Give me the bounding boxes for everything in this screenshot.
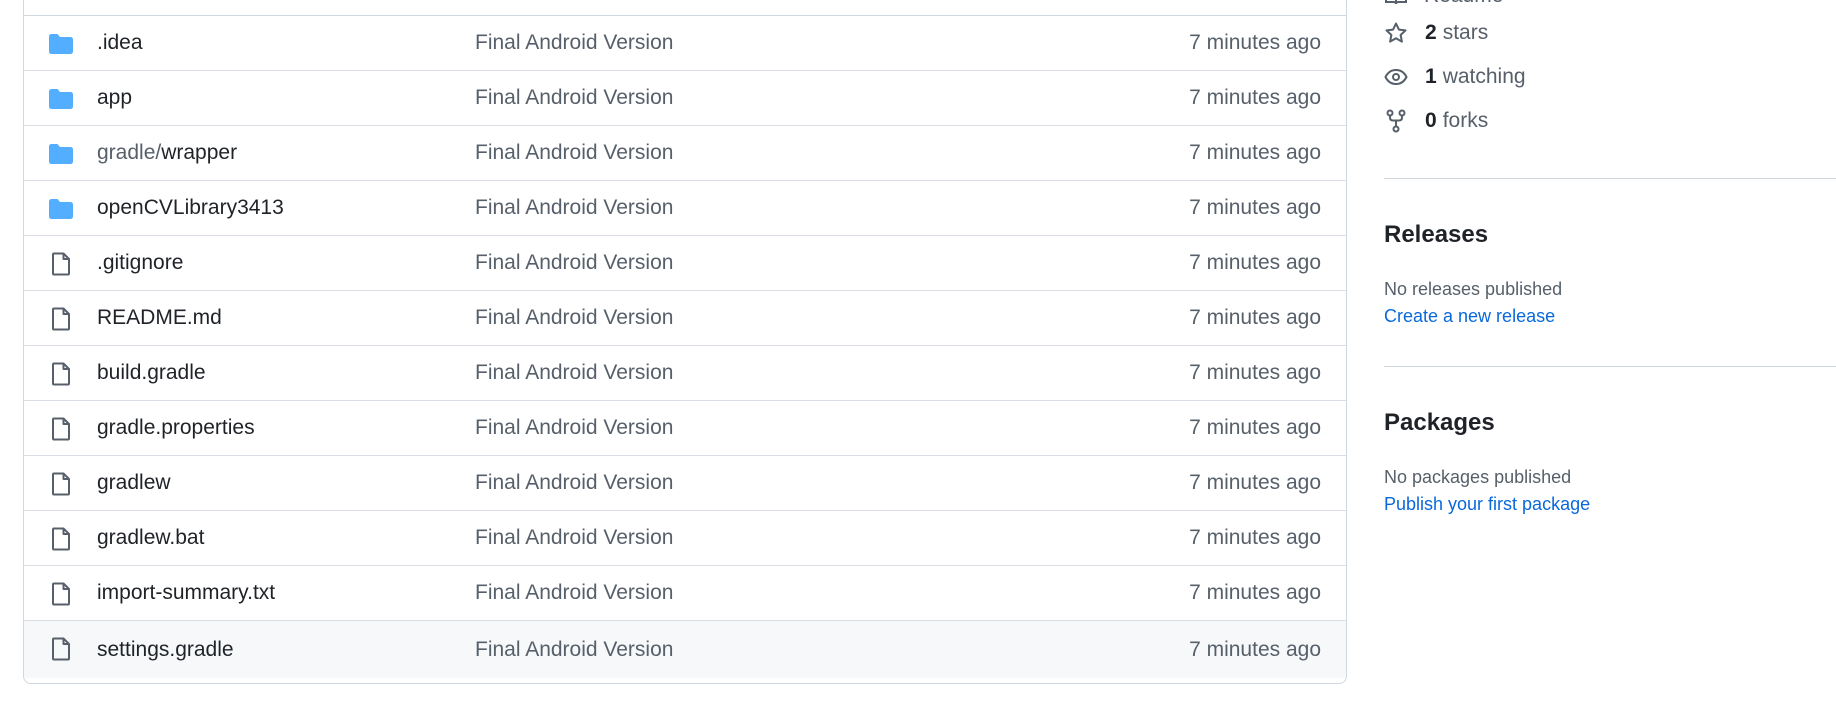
file-icon: [52, 637, 70, 661]
create-release-link[interactable]: Create a new release: [1384, 306, 1555, 327]
forks-label: forks: [1442, 109, 1489, 132]
file-name-text: settings.gradle: [97, 637, 234, 661]
commit-message[interactable]: Final Android Version: [475, 361, 673, 385]
file-name[interactable]: .idea: [97, 31, 143, 55]
file-row[interactable]: import-summary.txt Final Android Version 7…: [24, 566, 1346, 621]
file-row[interactable]: .idea Final Android Version 7 minutes ago: [24, 16, 1346, 71]
file-name[interactable]: import-summary.txt: [97, 581, 275, 605]
file-name-text: openCVLibrary3413: [97, 196, 284, 219]
file-name[interactable]: README.md: [97, 306, 222, 330]
file-icon: [52, 582, 70, 606]
file-name[interactable]: settings.gradle: [97, 638, 234, 662]
packages-note: No packages published: [1384, 467, 1572, 487]
stars-stat[interactable]: 2 stars: [1384, 21, 1488, 45]
commit-message[interactable]: Final Android Version: [475, 306, 673, 330]
commit-age: 7 minutes ago: [1189, 416, 1321, 439]
file-name[interactable]: gradle.properties: [97, 416, 255, 440]
releases-note: No releases published: [1384, 279, 1563, 299]
stars-label: stars: [1442, 21, 1489, 44]
commit-message[interactable]: Final Android Version: [475, 141, 673, 165]
commit-age: 7 minutes ago: [1189, 196, 1321, 219]
commit-message[interactable]: Final Android Version: [475, 196, 673, 220]
file-icon: [52, 472, 70, 496]
publish-package-link[interactable]: Publish your first package: [1384, 494, 1590, 515]
folder-icon: [49, 89, 73, 109]
file-name[interactable]: .gitignore: [97, 251, 183, 275]
book-icon: [1385, 0, 1407, 5]
file-row[interactable]: gradlew Final Android Version 7 minutes ag…: [24, 456, 1346, 511]
file-icon: [52, 417, 70, 441]
commit-age: 7 minutes ago: [1189, 306, 1321, 329]
file-name-text: wrapper: [161, 141, 238, 164]
commit-age: 7 minutes ago: [1189, 471, 1321, 494]
commit-age: 7 minutes ago: [1189, 86, 1321, 109]
file-name[interactable]: gradle/wrapper: [97, 141, 237, 165]
forks-count: 0: [1425, 109, 1437, 132]
file-list-header: [24, 0, 1346, 16]
file-name-text: build.gradle: [97, 361, 206, 384]
file-name[interactable]: build.gradle: [97, 361, 206, 385]
readme-link[interactable]: Readme: [1384, 0, 1503, 8]
file-row[interactable]: settings.gradle Final Android Version 7 mi…: [24, 621, 1346, 678]
file-icon: [52, 307, 70, 331]
commit-message[interactable]: Final Android Version: [475, 86, 673, 110]
folder-icon: [49, 199, 73, 219]
file-name-text: .gitignore: [97, 251, 184, 274]
readme-label: Readme: [1424, 0, 1503, 8]
folder-icon: [49, 34, 73, 54]
file-name-text: app: [97, 86, 133, 109]
file-row[interactable]: gradle.properties Final Android Version 7 …: [24, 401, 1346, 456]
commit-age: 7 minutes ago: [1189, 141, 1321, 164]
commit-age: 7 minutes ago: [1189, 637, 1321, 661]
watching-stat[interactable]: 1 watching: [1384, 65, 1526, 89]
file-row[interactable]: README.md Final Android Version 7 minutes …: [24, 291, 1346, 346]
commit-age: 7 minutes ago: [1189, 526, 1321, 549]
stars-count: 2: [1425, 21, 1437, 44]
file-name[interactable]: app: [97, 86, 132, 110]
file-name-text: import-summary.txt: [97, 581, 276, 604]
file-name-text: .idea: [97, 31, 143, 54]
file-name[interactable]: gradlew: [97, 471, 171, 495]
file-name[interactable]: openCVLibrary3413: [97, 196, 284, 220]
commit-age: 7 minutes ago: [1189, 251, 1321, 274]
file-icon: [52, 527, 70, 551]
commit-message[interactable]: Final Android Version: [475, 581, 673, 605]
commit-message[interactable]: Final Android Version: [475, 471, 673, 495]
file-name-text: README.md: [97, 306, 222, 329]
file-icon: [52, 362, 70, 386]
commit-message[interactable]: Final Android Version: [475, 638, 673, 662]
watching-label: watching: [1442, 65, 1526, 88]
folder-icon: [49, 144, 73, 164]
file-name[interactable]: gradlew.bat: [97, 526, 204, 550]
file-name-text: gradlew.bat: [97, 526, 205, 549]
eye-icon: [1384, 68, 1408, 86]
file-row[interactable]: openCVLibrary3413 Final Android Version 7 …: [24, 181, 1346, 236]
releases-heading[interactable]: Releases: [1384, 221, 1488, 249]
commit-message[interactable]: Final Android Version: [475, 416, 673, 440]
file-name-text: gradlew: [97, 471, 171, 494]
divider: [1384, 178, 1836, 179]
fork-icon: [1386, 109, 1406, 133]
commit-age: 7 minutes ago: [1189, 31, 1321, 54]
commit-message[interactable]: Final Android Version: [475, 251, 673, 275]
dir-prefix: gradle/: [97, 141, 162, 164]
watching-count: 1: [1425, 65, 1437, 88]
commit-message[interactable]: Final Android Version: [475, 31, 673, 55]
file-row[interactable]: build.gradle Final Android Version 7 minut…: [24, 346, 1346, 401]
file-row[interactable]: app Final Android Version 7 minutes ago: [24, 71, 1346, 126]
file-list: .idea Final Android Version 7 minutes ago a…: [23, 0, 1347, 684]
file-name-text: gradle.properties: [97, 416, 255, 439]
commit-age: 7 minutes ago: [1189, 361, 1321, 384]
packages-heading[interactable]: Packages: [1384, 409, 1495, 437]
commit-age: 7 minutes ago: [1189, 581, 1321, 604]
commit-message[interactable]: Final Android Version: [475, 526, 673, 550]
file-row[interactable]: gradlew.bat Final Android Version 7 minute…: [24, 511, 1346, 566]
star-icon: [1385, 22, 1407, 43]
file-row[interactable]: gradle/wrapper Final Android Version 7 min…: [24, 126, 1346, 181]
divider: [1384, 366, 1836, 367]
forks-stat[interactable]: 0 forks: [1384, 109, 1488, 133]
file-icon: [52, 252, 70, 276]
file-row[interactable]: .gitignore Final Android Version 7 minutes…: [24, 236, 1346, 291]
